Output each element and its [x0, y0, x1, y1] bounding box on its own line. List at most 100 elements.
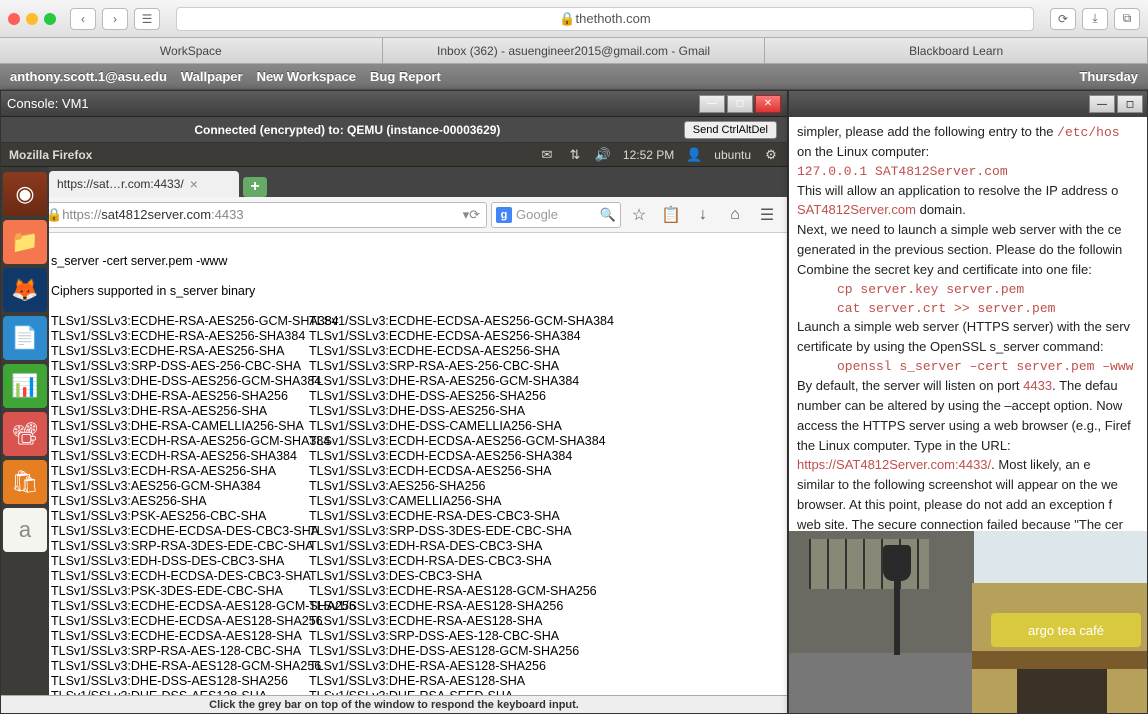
- cipher-row: TLSv1/SSLv3:ECDHE-ECDSA-DES-CBC3-SHATLSv…: [51, 524, 785, 539]
- mail-icon[interactable]: ✉: [539, 147, 555, 163]
- sound-icon[interactable]: 🔊: [595, 147, 611, 163]
- search-placeholder: Google: [516, 207, 558, 222]
- files-icon[interactable]: 📁: [3, 220, 47, 264]
- reload-button[interactable]: ⟳: [1050, 8, 1076, 30]
- reload-icon[interactable]: ⟳: [469, 207, 480, 223]
- menu-icon[interactable]: ☰: [753, 201, 781, 229]
- ff-url-bar[interactable]: 🔒 https://sat4812server.com:4433 ▾ ⟳: [39, 202, 487, 228]
- workspace-link-0[interactable]: Wallpaper: [181, 69, 243, 84]
- doc-maximize-button[interactable]: ◻: [1117, 95, 1143, 113]
- maximize-button[interactable]: ◻: [727, 95, 753, 113]
- cipher-row: TLSv1/SSLv3:ECDHE-RSA-AES256-SHA384TLSv1…: [51, 329, 785, 344]
- cipher-cell: TLSv1/SSLv3:AES256-SHA: [51, 494, 309, 509]
- cipher-cell: TLSv1/SSLv3:DHE-DSS-AES128-SHA256: [51, 674, 309, 689]
- writer-icon[interactable]: 📄: [3, 316, 47, 360]
- cipher-row: TLSv1/SSLv3:PSK-AES256-CBC-SHATLSv1/SSLv…: [51, 509, 785, 524]
- minimize-dot[interactable]: [26, 13, 38, 25]
- help-bar: Click the grey bar on top of the window …: [1, 695, 787, 713]
- amazon-icon[interactable]: a: [3, 508, 47, 552]
- app-title: Mozilla Firefox: [9, 148, 92, 162]
- cipher-cell: TLSv1/SSLv3:SRP-RSA-AES-128-CBC-SHA: [51, 644, 309, 659]
- openssl-cmd: openssl s_server –cert server.pem –www: [837, 358, 1139, 377]
- cipher-row: TLSv1/SSLv3:ECDH-ECDSA-DES-CBC3-SHATLSv1…: [51, 569, 785, 584]
- new-tab-button[interactable]: +: [243, 177, 267, 197]
- cipher-cell: TLSv1/SSLv3:ECDH-RSA-AES256-GCM-SHA384: [51, 434, 309, 449]
- doc-minimize-button[interactable]: —: [1089, 95, 1115, 113]
- cipher-cell: TLSv1/SSLv3:ECDHE-ECDSA-AES128-SHA: [51, 629, 309, 644]
- hosts-entry: 127.0.0.1 SAT4812Server.com: [797, 164, 1008, 179]
- vm-titlebar[interactable]: Console: VM1 — ◻ ✕: [1, 91, 787, 117]
- close-button[interactable]: ✕: [755, 95, 781, 113]
- zoom-dot[interactable]: [44, 13, 56, 25]
- bookmark-icon[interactable]: ☆: [625, 201, 653, 229]
- user-icon: 👤: [686, 147, 702, 163]
- cipher-cell: TLSv1/SSLv3:ECDHE-ECDSA-DES-CBC3-SHA: [51, 524, 309, 539]
- mac-tab-0[interactable]: WorkSpace: [0, 38, 383, 63]
- firefox-tab-bar: https://sat…r.com:4433/ × +: [1, 167, 787, 197]
- software-icon[interactable]: 🛍: [3, 460, 47, 504]
- ff-search-box[interactable]: g Google 🔍: [491, 202, 621, 228]
- forward-button[interactable]: ›: [102, 8, 128, 30]
- search-icon[interactable]: 🔍: [600, 207, 616, 223]
- cipher-cell: TLSv1/SSLv3:CAMELLIA256-SHA: [309, 494, 567, 509]
- cipher-cell: TLSv1/SSLv3:ECDHE-RSA-DES-CBC3-SHA: [309, 509, 567, 524]
- cipher-cell: TLSv1/SSLv3:DHE-DSS-AES256-SHA256: [309, 389, 567, 404]
- mac-tab-1[interactable]: Inbox (362) - asuengineer2015@gmail.com …: [383, 38, 766, 63]
- cipher-cell: TLSv1/SSLv3:ECDHE-RSA-AES256-GCM-SHA384: [51, 314, 309, 329]
- cipher-cell: TLSv1/SSLv3:ECDHE-RSA-AES128-SHA256: [309, 599, 567, 614]
- calc-icon[interactable]: 📊: [3, 364, 47, 408]
- close-dot[interactable]: [8, 13, 20, 25]
- gear-icon[interactable]: ⚙: [763, 147, 779, 163]
- cipher-cell: TLSv1/SSLv3:DHE-DSS-AES256-GCM-SHA384: [51, 374, 309, 389]
- cipher-cell: TLSv1/SSLv3:ECDHE-RSA-AES256-SHA384: [51, 329, 309, 344]
- back-button[interactable]: ‹: [70, 8, 96, 30]
- cipher-row: TLSv1/SSLv3:DHE-RSA-AES128-GCM-SHA256TLS…: [51, 659, 785, 674]
- username[interactable]: ubuntu: [714, 148, 751, 162]
- tab-close-icon[interactable]: ×: [190, 176, 198, 192]
- tabs-button[interactable]: ⧉: [1114, 8, 1140, 30]
- workspace-link-1[interactable]: New Workspace: [257, 69, 356, 84]
- firefox-icon[interactable]: 🦊: [3, 268, 47, 312]
- firefox-tab-0[interactable]: https://sat…r.com:4433/ ×: [49, 171, 239, 197]
- workspace-link-2[interactable]: Bug Report: [370, 69, 441, 84]
- workspace-user[interactable]: anthony.scott.1@asu.edu: [10, 69, 167, 84]
- cipher-cell: TLSv1/SSLv3:ECDHE-ECDSA-AES256-SHA384: [309, 329, 567, 344]
- mac-url-bar[interactable]: 🔒 thethoth.com: [176, 7, 1034, 31]
- google-icon: g: [496, 207, 512, 223]
- cipher-cell: TLSv1/SSLv3:PSK-3DES-EDE-CBC-SHA: [51, 584, 309, 599]
- network-icon[interactable]: ⇅: [567, 147, 583, 163]
- ciphers-heading: Ciphers supported in s_server binary: [51, 284, 785, 299]
- clock[interactable]: 12:52 PM: [623, 148, 674, 162]
- cipher-cell: TLSv1/SSLv3:DHE-RSA-CAMELLIA256-SHA: [51, 419, 309, 434]
- cipher-row: TLSv1/SSLv3:ECDH-RSA-AES256-GCM-SHA384TL…: [51, 434, 785, 449]
- cipher-list: TLSv1/SSLv3:ECDHE-RSA-AES256-GCM-SHA384T…: [51, 314, 785, 695]
- cipher-cell: TLSv1/SSLv3:DHE-RSA-AES128-GCM-SHA256: [51, 659, 309, 674]
- doc-titlebar[interactable]: — ◻: [789, 91, 1147, 117]
- cipher-row: TLSv1/SSLv3:SRP-RSA-3DES-EDE-CBC-SHATLSv…: [51, 539, 785, 554]
- cipher-cell: TLSv1/SSLv3:PSK-AES256-CBC-SHA: [51, 509, 309, 524]
- mac-tab-2[interactable]: Blackboard Learn: [765, 38, 1148, 63]
- home-icon[interactable]: ⌂: [721, 201, 749, 229]
- cipher-row: TLSv1/SSLv3:SRP-RSA-AES-128-CBC-SHATLSv1…: [51, 644, 785, 659]
- ubuntu-launcher: ◉ 📁 🦊 📄 📊 📽 🛍 a: [1, 167, 49, 695]
- url-link: https://SAT4812Server.com:4433/: [797, 457, 991, 472]
- workspace-day: Thursday: [1079, 69, 1138, 84]
- impress-icon[interactable]: 📽: [3, 412, 47, 456]
- cipher-cell: TLSv1/SSLv3:ECDHE-RSA-AES128-SHA: [309, 614, 567, 629]
- cipher-cell: TLSv1/SSLv3:ECDHE-ECDSA-AES128-SHA256: [51, 614, 309, 629]
- downloads-icon[interactable]: ↓: [689, 201, 717, 229]
- mac-toolbar: ‹ › ☰ 🔒 thethoth.com ⟳ ⤓ ⧉: [0, 0, 1148, 38]
- cipher-cell: TLSv1/SSLv3:ECDHE-ECDSA-AES256-GCM-SHA38…: [309, 314, 567, 329]
- download-button[interactable]: ⤓: [1082, 8, 1108, 30]
- tab-title: https://sat…r.com:4433/: [57, 177, 184, 191]
- cipher-cell: TLSv1/SSLv3:ECDH-ECDSA-AES256-SHA: [309, 464, 567, 479]
- minimize-button[interactable]: —: [699, 95, 725, 113]
- sidebar-button[interactable]: ☰: [134, 8, 160, 30]
- cipher-cell: TLSv1/SSLv3:ECDH-ECDSA-AES256-SHA384: [309, 449, 567, 464]
- cipher-row: TLSv1/SSLv3:ECDHE-ECDSA-AES128-GCM-SHA25…: [51, 599, 785, 614]
- send-ctrlaltdel-button[interactable]: Send CtrlAltDel: [684, 121, 777, 139]
- library-icon[interactable]: 📋: [657, 201, 685, 229]
- cmd-line: s_server -cert server.pem -www: [51, 254, 785, 269]
- dash-icon[interactable]: ◉: [3, 172, 47, 216]
- cipher-cell: TLSv1/SSLv3:DHE-DSS-AES128-GCM-SHA256: [309, 644, 567, 659]
